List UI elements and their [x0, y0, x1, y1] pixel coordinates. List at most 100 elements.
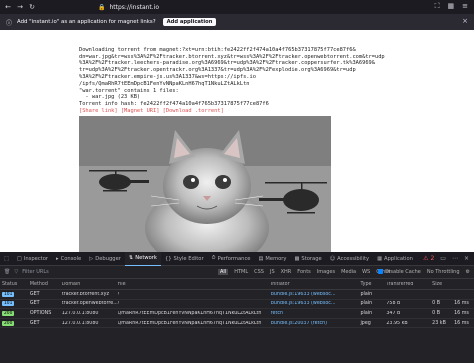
forward-icon[interactable]: →	[16, 3, 24, 11]
settings-icon[interactable]: ⚙	[466, 269, 470, 275]
tab-console[interactable]: ▸ Console	[52, 252, 85, 265]
downloaded-image	[79, 116, 331, 252]
type-images[interactable]: Images	[317, 269, 335, 275]
network-filter-bar: 🗑 ▽ Filter URLs All HTML CSS JS XHR Font…	[0, 266, 474, 279]
table-row[interactable]: 200 GET 127.0.0.1:8080 QmaRhR7tEEmDpcB1F…	[0, 319, 474, 329]
method-cell: GET	[29, 301, 40, 307]
devtools-controls: ⚠ 2 ▭ ⋯ ×	[423, 255, 474, 262]
type-media[interactable]: Media	[341, 269, 356, 275]
tab-debugger[interactable]: ▷ Debugger	[85, 252, 125, 265]
shield-icon[interactable]: ⛶	[435, 2, 440, 11]
type-js[interactable]: JS	[270, 269, 275, 275]
tab-style-editor[interactable]: {} Style Editor	[161, 252, 208, 265]
status-badge: 200	[2, 310, 15, 316]
method-cell: OPTIONS	[29, 310, 52, 316]
domain-cell: tracker.btorrent.xyz	[61, 291, 109, 297]
status-badge: 101	[2, 291, 15, 297]
type-html[interactable]: HTML	[234, 269, 248, 275]
method-cell: GET	[29, 291, 40, 297]
network-icon: ⇅	[128, 255, 134, 261]
tab-accessibility[interactable]: ☺ Accessibility	[326, 252, 373, 265]
disable-cache-toggle[interactable]: Disable Cache	[378, 269, 421, 275]
reload-icon[interactable]: ↻	[28, 3, 36, 11]
tab-application[interactable]: ▦ Application	[373, 252, 417, 265]
share-link[interactable]: [Share link]	[79, 108, 118, 114]
table-row[interactable]: 101 GET tracker.openwebtorre... / bundle…	[0, 300, 474, 310]
log-line: Downloading torrent from magnet:?xt=urn:…	[79, 46, 356, 53]
add-application-button[interactable]: Add application	[162, 18, 217, 26]
log-line: Torrent info hash: fe2422ff2f474a10a4f76…	[79, 101, 269, 108]
type-css[interactable]: CSS	[254, 269, 264, 275]
type-cell: plain	[360, 310, 373, 316]
url-bar[interactable]: https://instant.io	[109, 4, 159, 11]
log-line: /ipfs/QmaRhR7tEEmDpcB1FenYvNNpaKLnH67hqT…	[79, 80, 250, 87]
tab-inspector[interactable]: □ Inspector	[13, 252, 52, 265]
extensions-icon[interactable]: ▦	[448, 2, 455, 11]
accessibility-icon: ☺	[329, 255, 336, 262]
col-type[interactable]: Type	[360, 282, 386, 287]
table-row[interactable]: 200 OPTIONS 127.0.0.1:8080 QmaRhR7tEEmDp…	[0, 309, 474, 319]
more-options-icon[interactable]: ⋯	[452, 255, 458, 262]
domain-cell: 127.0.0.1:8080	[61, 320, 99, 326]
size-cell: 23 kB	[432, 320, 446, 326]
lock-icon[interactable]: 🔒	[98, 4, 105, 11]
col-domain[interactable]: Domain	[62, 282, 118, 287]
page-content: Downloading torrent from magnet:?xt=urn:…	[0, 30, 474, 252]
status-badge: 101	[2, 301, 15, 307]
log-line: tr=udp%3A%2F%2Ftracker.opentrackr.org%3A…	[79, 67, 356, 74]
filter-urls-input[interactable]: Filter URLs	[22, 269, 49, 275]
info-icon: ⓘ	[6, 19, 13, 27]
tab-storage[interactable]: ▩ Storage	[291, 252, 326, 265]
type-all[interactable]: All	[218, 269, 229, 275]
tab-network[interactable]: ⇅ Network	[124, 251, 161, 266]
type-xhr[interactable]: XHR	[281, 269, 292, 275]
notification-text: Add "instant.io" as an application for m…	[17, 19, 156, 25]
close-devtools-icon[interactable]: ×	[464, 255, 469, 262]
file-cell: /	[117, 291, 120, 297]
file-cell: /	[117, 301, 120, 307]
col-size[interactable]: Size	[432, 282, 454, 287]
filter-icon: ▽	[14, 269, 19, 275]
storage-icon: ▩	[294, 255, 300, 262]
toolbar-right: ⛶ ▦ ≡	[435, 2, 468, 11]
initiator-link[interactable]: bundle.js:19633 (websoc...	[271, 292, 361, 297]
initiator-link[interactable]: bundle.js:19633 (websoc...	[271, 301, 361, 306]
network-options: Disable Cache No Throttling ⚙	[378, 269, 470, 275]
transferred-cell: 23.95 kB	[386, 320, 408, 326]
tab-memory[interactable]: ▤ Memory	[255, 252, 291, 265]
menu-icon[interactable]: ≡	[462, 2, 468, 11]
magnet-uri-link[interactable]: [Magnet URI]	[121, 108, 160, 114]
domain-cell: 127.0.0.1:8080	[61, 310, 99, 316]
trash-icon[interactable]: 🗑	[4, 269, 10, 275]
type-cell: plain	[360, 301, 373, 307]
col-method[interactable]: Method	[30, 282, 62, 287]
back-icon[interactable]: ←	[4, 3, 12, 11]
col-transferred[interactable]: Transferred	[386, 282, 432, 287]
initiator-link[interactable]: bundle.js:20037 (fetch)	[271, 321, 361, 326]
network-table-header: Status Method Domain File Initiator Type…	[0, 279, 474, 290]
col-status[interactable]: Status	[0, 282, 30, 287]
tab-performance[interactable]: ⏱ Performance	[208, 252, 255, 265]
protocol-handler-notification: ⓘ Add "instant.io" as an application for…	[0, 14, 474, 30]
browser-toolbar: ← → ↻ 🔒 https://instant.io ⛶ ▦ ≡	[0, 0, 474, 14]
responsive-icon[interactable]: ▭	[440, 255, 446, 262]
devtools-tabs: ⬚ □ Inspector ▸ Console ▷ Debugger ⇅ Network…	[0, 251, 474, 266]
torrent-links: [Share link] [Magnet URI] [Download .tor…	[79, 108, 399, 115]
col-initiator[interactable]: Initiator	[271, 282, 361, 287]
picker-icon[interactable]: ⬚	[0, 252, 13, 265]
console-icon: ▸	[56, 255, 59, 262]
initiator-link[interactable]: fetch	[271, 311, 361, 316]
close-icon[interactable]: ×	[462, 17, 468, 25]
error-icon: ⚠	[423, 255, 429, 262]
method-cell: GET	[29, 320, 40, 326]
throttling-select[interactable]: No Throttling	[427, 269, 460, 275]
log-line: - war.jpg (23 KB)	[79, 94, 141, 101]
type-cell: plain	[360, 291, 373, 297]
table-row[interactable]: 101 GET tracker.btorrent.xyz / bundle.js…	[0, 290, 474, 300]
type-fonts[interactable]: Fonts	[297, 269, 311, 275]
transferred-cell: 758 B	[386, 301, 401, 307]
download-torrent-link[interactable]: [Download .torrent]	[163, 108, 224, 114]
error-count[interactable]: ⚠ 2	[423, 255, 434, 262]
col-file[interactable]: File	[118, 282, 271, 287]
type-ws[interactable]: WS	[362, 269, 370, 275]
